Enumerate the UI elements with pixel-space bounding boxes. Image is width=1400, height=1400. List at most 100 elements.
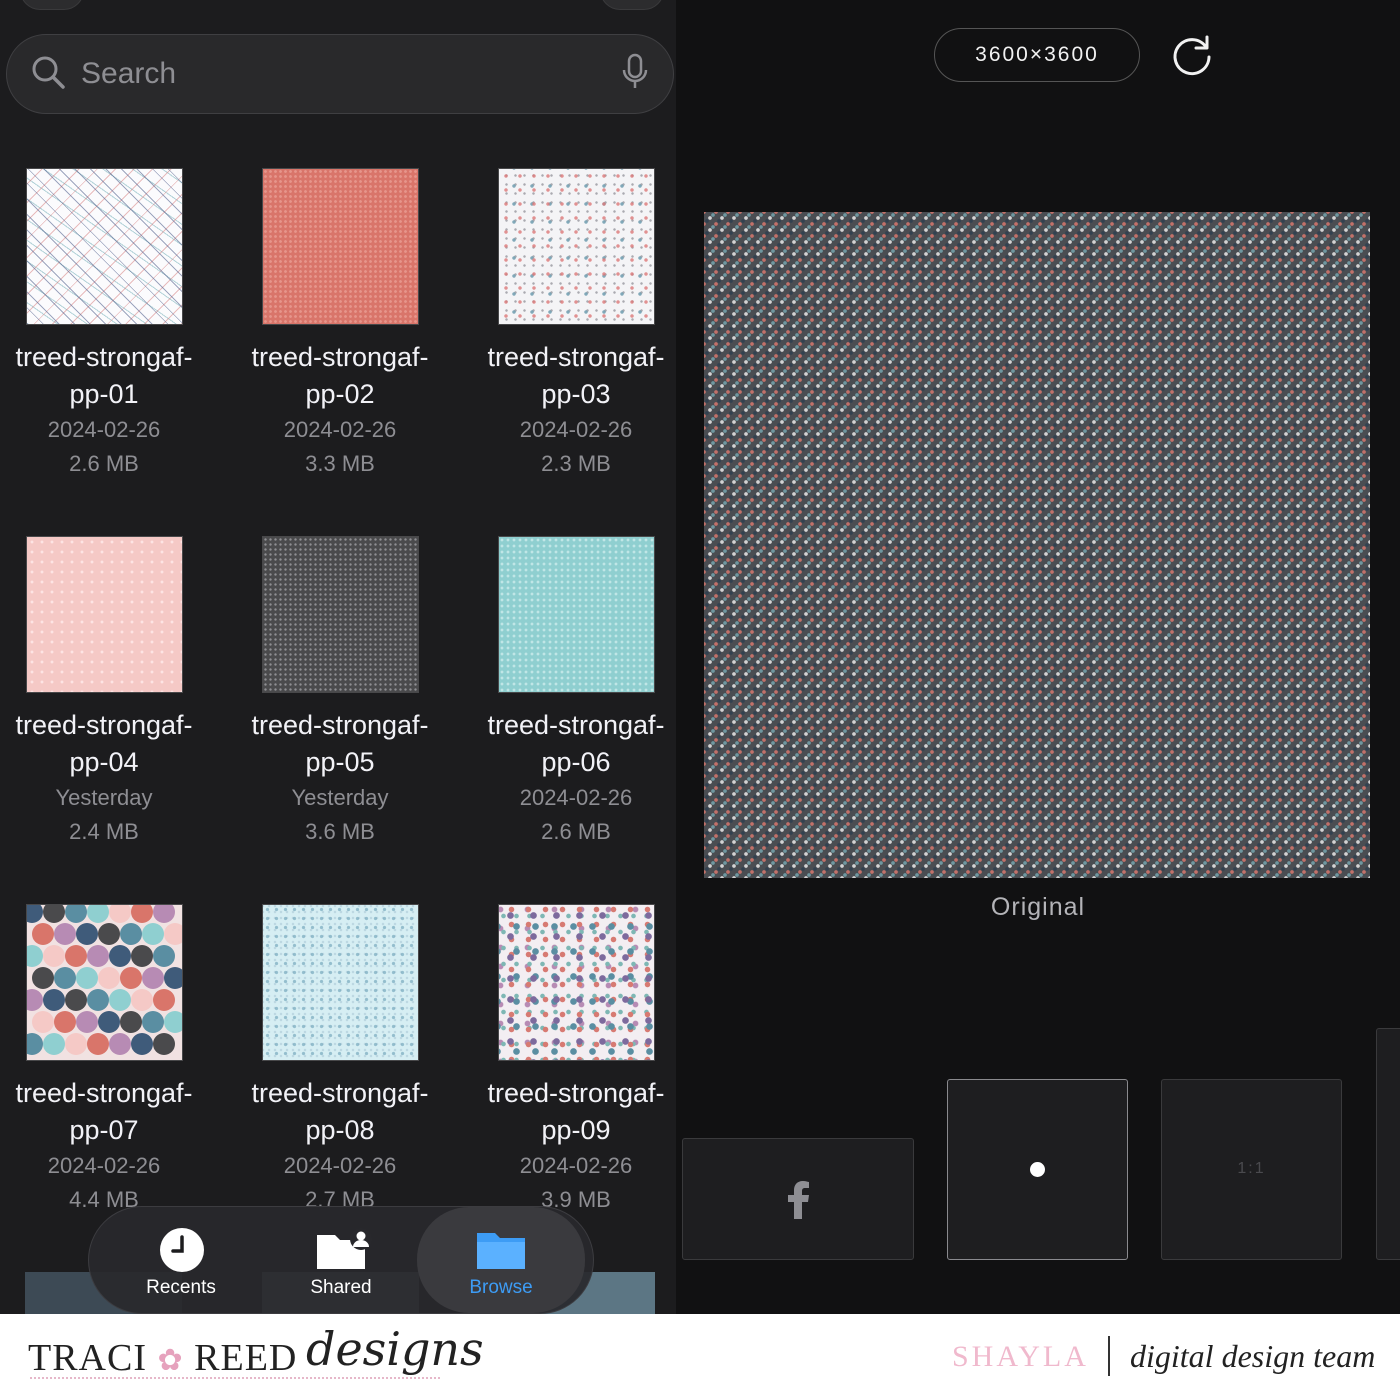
file-thumbnail: [261, 904, 419, 1061]
file-item[interactable]: treed-strongaf-pp-09 2024-02-26 3.9 MB: [458, 904, 676, 1217]
flower-icon: ✿: [157, 1344, 184, 1377]
pattern-dot: [108, 905, 131, 923]
pattern-dot: [152, 1033, 175, 1055]
file-date: Yesterday: [291, 785, 389, 810]
tab-shared[interactable]: Shared: [257, 1207, 425, 1313]
pattern-dot: [75, 1011, 98, 1033]
facebook-option[interactable]: [682, 1138, 914, 1260]
pattern-dot: [141, 923, 164, 945]
file-name: treed-strongaf-pp-08: [251, 1078, 429, 1145]
search-bar[interactable]: Search: [6, 34, 674, 114]
next-option[interactable]: [1376, 1028, 1400, 1260]
pattern-dot: [26, 905, 43, 923]
image-preview: [704, 212, 1370, 878]
pattern-dot: [119, 1011, 142, 1033]
pattern-dot: [163, 967, 182, 989]
file-name: treed-strongaf-pp-06: [487, 710, 665, 777]
file-name: treed-strongaf-pp-09: [487, 1078, 665, 1145]
file-item[interactable]: treed-strongaf-pp-04 Yesterday 2.4 MB: [0, 536, 222, 849]
pattern-dot: [64, 1033, 87, 1055]
pattern-dot: [119, 923, 142, 945]
size-caption: Original: [990, 893, 1086, 921]
pattern-dot: [75, 967, 98, 989]
pattern-dot: [86, 989, 109, 1011]
pattern-dot: [26, 945, 43, 967]
pattern-dot: [31, 967, 54, 989]
file-size: 2.4 MB: [69, 819, 139, 844]
more-button[interactable]: [600, 0, 664, 10]
dimensions-badge[interactable]: 3600×3600: [934, 28, 1140, 82]
pattern-dot: [64, 945, 87, 967]
file-thumbnail: [261, 168, 419, 325]
file-date: 2024-02-26: [283, 1153, 397, 1178]
search-input[interactable]: Search: [81, 57, 621, 91]
file-item[interactable]: treed-strongaf-pp-05 Yesterday 3.6 MB: [222, 536, 458, 849]
team-label: digital design team: [1130, 1338, 1376, 1374]
microphone-icon[interactable]: [621, 53, 649, 96]
file-item[interactable]: treed-strongaf-pp-08 2024-02-26 2.7 MB: [222, 904, 458, 1217]
pattern-dot: [97, 967, 120, 989]
file-thumbnail: [25, 904, 183, 1061]
refresh-icon[interactable]: [1170, 33, 1214, 82]
file-thumbnail: [497, 168, 655, 325]
pattern-dot: [42, 945, 65, 967]
pattern-dot: [64, 989, 87, 1011]
pattern-dot: [130, 905, 153, 923]
tab-browse[interactable]: Browse: [417, 1207, 585, 1313]
image-viewer: 3600×3600 Original 1:1: [676, 0, 1400, 1314]
file-item[interactable]: treed-strongaf-pp-07 2024-02-26 4.4 MB: [0, 904, 222, 1217]
pattern-dot: [152, 989, 175, 1011]
pattern-dot: [130, 1033, 153, 1055]
tab-label: Recents: [146, 1277, 216, 1298]
file-date: 2024-02-26: [47, 1153, 161, 1178]
file-name: treed-strongaf-pp-05: [251, 710, 429, 777]
file-item[interactable]: treed-strongaf-pp-06 2024-02-26 2.6 MB: [458, 536, 676, 849]
pattern-dot: [152, 945, 175, 967]
pattern-dot: [26, 989, 43, 1011]
back-button[interactable]: [20, 0, 84, 10]
brand-script: designs: [306, 1322, 484, 1376]
file-date: 2024-02-26: [519, 785, 633, 810]
file-size: 2.6 MB: [69, 451, 139, 476]
pattern-dot: [108, 989, 131, 1011]
tab-label: Browse: [469, 1277, 533, 1298]
pattern-dot: [130, 989, 153, 1011]
shared-folder-icon: [315, 1227, 375, 1276]
brand-footer: TRACI ✿ REED designs SHAYLA digital desi…: [0, 1314, 1400, 1400]
pattern-dot: [86, 905, 109, 923]
original-option[interactable]: [947, 1079, 1128, 1260]
pattern-dot: [64, 905, 87, 923]
file-name: treed-strongaf-pp-02: [251, 342, 429, 409]
file-item[interactable]: treed-strongaf-pp-02 2024-02-26 3.3 MB: [222, 168, 458, 481]
file-size: 2.6 MB: [541, 819, 611, 844]
facebook-icon: [787, 1181, 811, 1224]
file-size: 2.3 MB: [541, 451, 611, 476]
pattern-dot: [163, 1011, 182, 1033]
pattern-dot: [53, 967, 76, 989]
pattern-dot: [75, 923, 98, 945]
pattern-dot: [53, 1011, 76, 1033]
ratio-label: 1:1: [1237, 1160, 1266, 1177]
pattern-dot: [97, 1011, 120, 1033]
divider: [1108, 1336, 1110, 1376]
file-item[interactable]: treed-strongaf-pp-03 2024-02-26 2.3 MB: [458, 168, 676, 481]
file-name: treed-strongaf-pp-07: [15, 1078, 193, 1145]
file-size: 3.3 MB: [305, 451, 375, 476]
file-date: 2024-02-26: [47, 417, 161, 442]
pattern-dot: [130, 945, 153, 967]
folder-icon: [475, 1227, 527, 1276]
pattern-dot: [152, 905, 175, 923]
tab-recents[interactable]: Recents: [97, 1207, 265, 1313]
file-date: 2024-02-26: [519, 1153, 633, 1178]
pattern-dot: [141, 1011, 164, 1033]
pattern-dot: [163, 923, 182, 945]
file-thumbnail: [25, 536, 183, 693]
file-item[interactable]: treed-strongaf-pp-01 2024-02-26 2.6 MB: [0, 168, 222, 481]
file-date: Yesterday: [55, 785, 153, 810]
pattern-dot: [141, 967, 164, 989]
file-thumbnail: [25, 168, 183, 325]
clock-icon: [159, 1227, 205, 1278]
pattern-dot: [42, 905, 65, 923]
square-option[interactable]: 1:1: [1161, 1079, 1342, 1260]
brand-logo: TRACI ✿ REED: [28, 1337, 298, 1379]
